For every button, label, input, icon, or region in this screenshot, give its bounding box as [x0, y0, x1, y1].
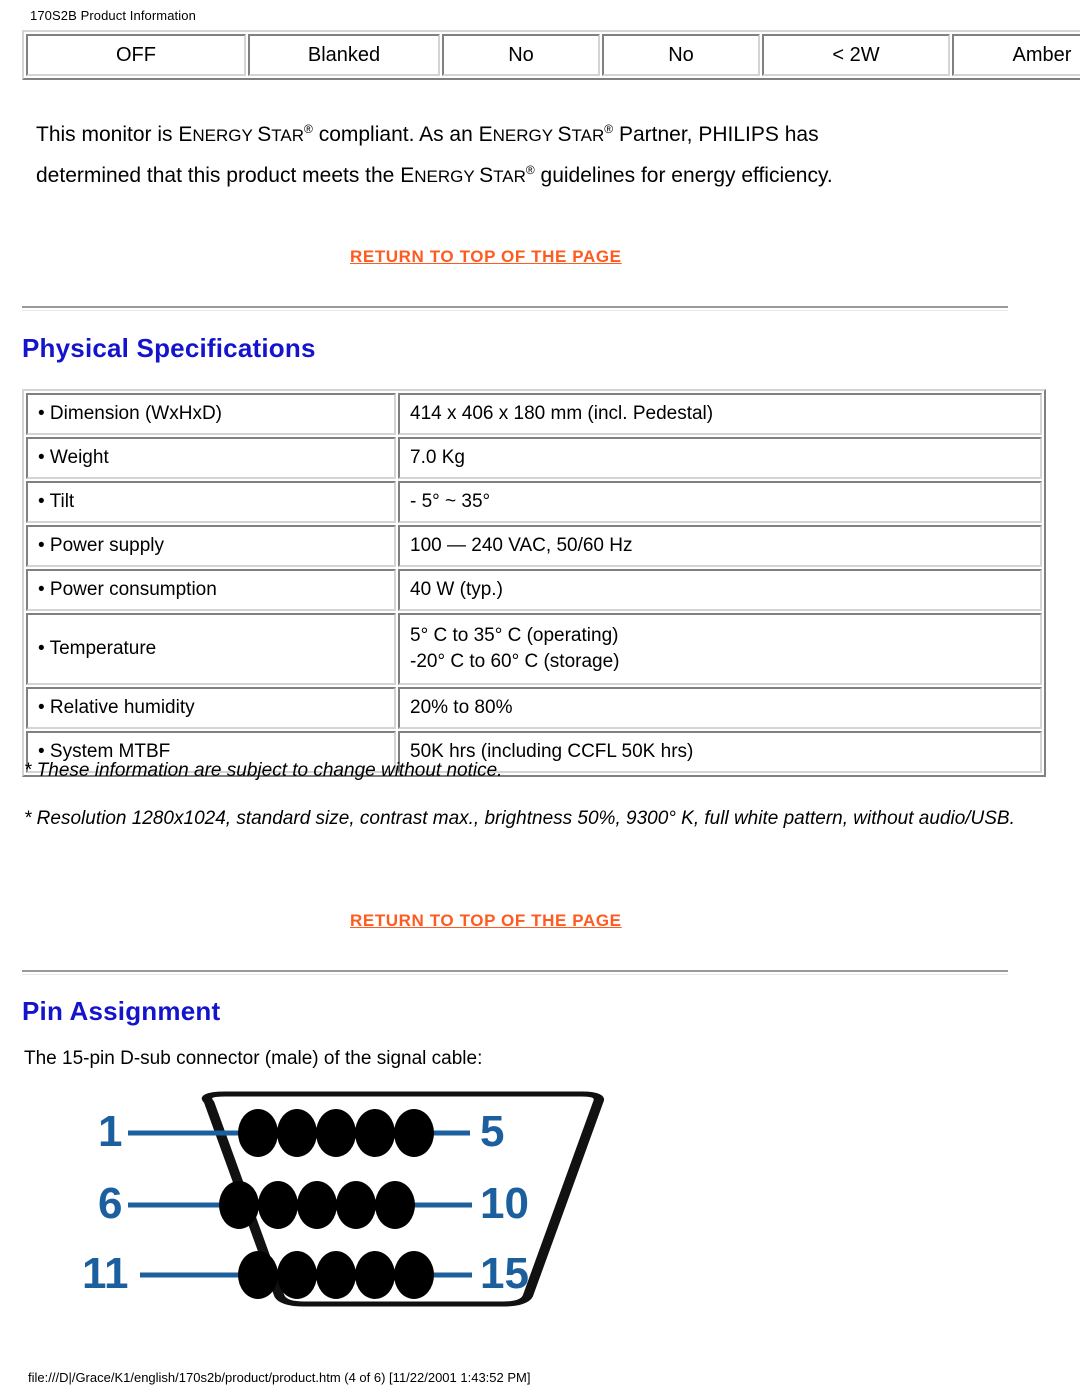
spec-value-power-supply: 100 — 240 VAC, 50/60 Hz	[398, 525, 1042, 567]
pin-9	[336, 1181, 376, 1229]
table-row: • Temperature 5° C to 35° C (operating) …	[26, 613, 1042, 685]
pin-15	[394, 1251, 434, 1299]
dsub-connector-diagram: 1 6 11 5 10 15	[80, 1088, 780, 1323]
spec-label-weight: • Weight	[26, 437, 396, 479]
es1-s: S	[257, 123, 272, 146]
spec-value-temperature: 5° C to 35° C (operating) -20° C to 60° …	[398, 613, 1042, 685]
es-text-part-4: guidelines for energy efficiency.	[534, 164, 833, 187]
power-state-hsync-cell: No	[442, 34, 600, 76]
es2-nergy: NERGY	[492, 126, 558, 145]
es1-tar: TAR	[271, 126, 305, 145]
registered-mark-icon-1: ®	[304, 122, 313, 136]
pin-2	[277, 1109, 317, 1157]
power-states-table-container: OFF Blanked No No < 2W Amber	[22, 30, 1080, 80]
section-divider-1	[22, 306, 1008, 311]
spec-label-power-consumption: • Power consumption	[26, 569, 396, 611]
registered-mark-icon-2: ®	[604, 122, 614, 136]
pin-label-1: 1	[98, 1107, 122, 1156]
spec-value-temperature-storage: -20° C to 60° C (storage)	[410, 651, 620, 672]
energy-star-paragraph: This monitor is ENERGY STAR® compliant. …	[36, 112, 916, 194]
pin-8	[297, 1181, 337, 1229]
power-state-off-cell: OFF	[26, 34, 246, 76]
table-row: • Weight 7.0 Kg	[26, 437, 1042, 479]
return-to-top-link-1[interactable]: RETURN TO TOP OF THE PAGE	[350, 247, 622, 267]
spec-label-dimension: • Dimension (WxHxD)	[26, 393, 396, 435]
power-state-led-cell: Amber	[952, 34, 1080, 76]
es-text-part-2: compliant. As an	[312, 123, 479, 146]
es3-tar: TAR	[493, 167, 526, 186]
es1-nergy: NERGY	[192, 126, 258, 145]
spec-value-tilt: - 5° ~ 35°	[398, 481, 1042, 523]
pin-label-10: 10	[480, 1179, 529, 1228]
registered-mark-icon-3: ®	[525, 163, 535, 177]
page-header-title: 170S2B Product Information	[30, 8, 196, 23]
spec-value-power-consumption: 40 W (typ.)	[398, 569, 1042, 611]
table-row: OFF Blanked No No < 2W Amber	[26, 34, 1080, 76]
physical-specifications-table-container: • Dimension (WxHxD) 414 x 406 x 180 mm (…	[22, 389, 1046, 777]
pin-label-6: 6	[98, 1179, 122, 1228]
pin-11	[238, 1251, 278, 1299]
pin-label-11: 11	[82, 1249, 129, 1298]
es1-e: E	[178, 123, 193, 146]
es3-e: E	[400, 164, 415, 187]
es2-s: S	[557, 123, 572, 146]
table-row: • Dimension (WxHxD) 414 x 406 x 180 mm (…	[26, 393, 1042, 435]
section-divider-2	[22, 970, 1008, 975]
power-state-vsync-cell: No	[602, 34, 760, 76]
pin-assignment-intro-text: The 15-pin D-sub connector (male) of the…	[24, 1048, 483, 1069]
energy-star-wordmark-1: ENERGY STAR	[178, 123, 304, 146]
page-title-pin-assignment: Pin Assignment	[22, 996, 221, 1026]
table-row: • Relative humidity 20% to 80%	[26, 687, 1042, 729]
es-text-part-1: This monitor is	[36, 123, 179, 146]
footer-file-path: file:///D|/Grace/K1/english/170s2b/produ…	[28, 1370, 531, 1385]
spec-value-relative-humidity: 20% to 80%	[398, 687, 1042, 729]
pin-10	[375, 1181, 415, 1229]
spec-label-power-supply: • Power supply	[26, 525, 396, 567]
pin-3	[316, 1109, 356, 1157]
es3-nergy: NERGY	[414, 167, 480, 186]
spec-label-relative-humidity: • Relative humidity	[26, 687, 396, 729]
return-to-top-link-2[interactable]: RETURN TO TOP OF THE PAGE	[350, 911, 622, 931]
pin-4	[355, 1109, 395, 1157]
spec-label-tilt: • Tilt	[26, 481, 396, 523]
pin-5	[394, 1109, 434, 1157]
pin-13	[316, 1251, 356, 1299]
table-row: • Power consumption 40 W (typ.)	[26, 569, 1042, 611]
es2-tar: TAR	[571, 126, 605, 145]
energy-star-wordmark-2: ENERGY STAR	[479, 123, 605, 146]
pin-1	[238, 1109, 278, 1157]
pin-label-15: 15	[480, 1249, 529, 1298]
spec-value-weight: 7.0 Kg	[398, 437, 1042, 479]
table-row: • Power supply 100 — 240 VAC, 50/60 Hz	[26, 525, 1042, 567]
pin-6	[219, 1181, 259, 1229]
table-row: • Tilt - 5° ~ 35°	[26, 481, 1042, 523]
es3-s: S	[479, 164, 494, 187]
spec-value-dimension: 414 x 406 x 180 mm (incl. Pedestal)	[398, 393, 1042, 435]
pin-14	[355, 1251, 395, 1299]
energy-star-wordmark-3: ENERGY STAR	[400, 164, 526, 187]
spec-value-temperature-operating: 5° C to 35° C (operating)	[410, 625, 619, 646]
page-title-physical-specifications: Physical Specifications	[22, 333, 316, 363]
dsub-connector-svg: 1 6 11 5 10 15	[82, 1091, 605, 1307]
pin-7	[258, 1181, 298, 1229]
pin-12	[277, 1251, 317, 1299]
power-state-usage-cell: < 2W	[762, 34, 950, 76]
power-state-blanked-cell: Blanked	[248, 34, 440, 76]
note-resolution-conditions: * Resolution 1280x1024, standard size, c…	[24, 808, 1015, 829]
spec-label-temperature: • Temperature	[26, 613, 396, 685]
pin-label-5: 5	[480, 1107, 504, 1156]
es2-e: E	[478, 123, 493, 146]
physical-specifications-table: • Dimension (WxHxD) 414 x 406 x 180 mm (…	[22, 389, 1046, 777]
power-states-table: OFF Blanked No No < 2W Amber	[22, 30, 1080, 80]
note-subject-to-change: * These information are subject to chang…	[24, 760, 503, 781]
